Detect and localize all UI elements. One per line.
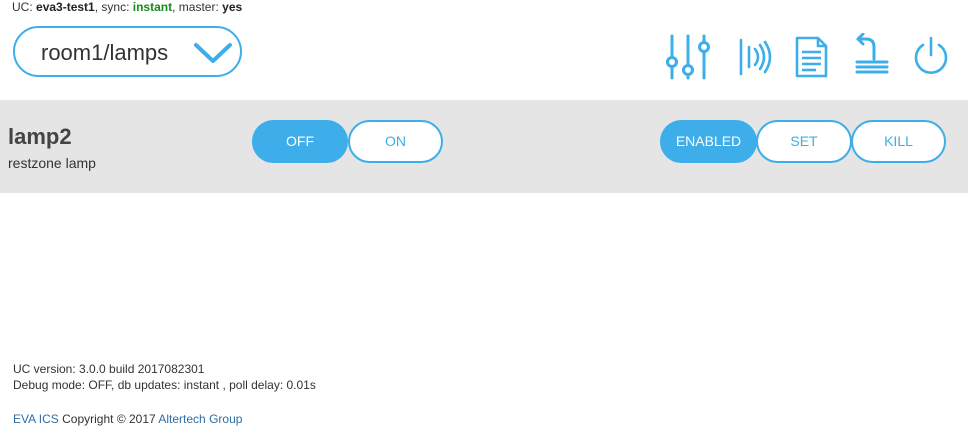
uc-version: UC version: 3.0.0 build 2017082301 <box>13 362 205 376</box>
copyright-text: Copyright © 2017 <box>58 412 159 426</box>
on-button[interactable]: ON <box>348 120 443 163</box>
status-line: UC: eva3-test1, sync: instant, master: y… <box>12 0 242 14</box>
sliders-icon[interactable] <box>666 33 714 81</box>
chevron-down-icon <box>194 43 232 63</box>
master-label: , master: <box>172 0 219 14</box>
item-title: lamp2 <box>8 124 72 149</box>
uc-name: eva3-test1 <box>36 0 95 14</box>
group-selector[interactable]: room1/lamps <box>13 26 242 77</box>
uc-label: UC: <box>12 0 33 14</box>
group-selector-value: room1/lamps <box>41 40 169 65</box>
debug-info: Debug mode: OFF, db updates: instant , p… <box>13 378 316 392</box>
kill-button[interactable]: KILL <box>851 120 946 163</box>
wireless-signal-icon[interactable] <box>736 33 784 81</box>
master-value: yes <box>222 0 243 14</box>
copyright-line: EVA ICS Copyright © 2017 Altertech Group <box>13 412 242 426</box>
document-icon[interactable] <box>788 33 836 81</box>
altertech-link[interactable]: Altertech Group <box>158 412 242 426</box>
sync-value: instant <box>132 0 173 14</box>
power-icon[interactable] <box>909 33 957 81</box>
set-button[interactable]: SET <box>756 120 852 163</box>
item-description: restzone lamp <box>8 155 96 171</box>
sync-label: , sync: <box>94 0 130 14</box>
off-button[interactable]: OFF <box>252 120 348 163</box>
item-row: lamp2 restzone lamp OFF ON ENABLED SET K… <box>0 100 968 193</box>
undo-stack-icon[interactable] <box>848 33 896 81</box>
enabled-button[interactable]: ENABLED <box>660 120 757 163</box>
eva-ics-link[interactable]: EVA ICS <box>13 412 59 426</box>
